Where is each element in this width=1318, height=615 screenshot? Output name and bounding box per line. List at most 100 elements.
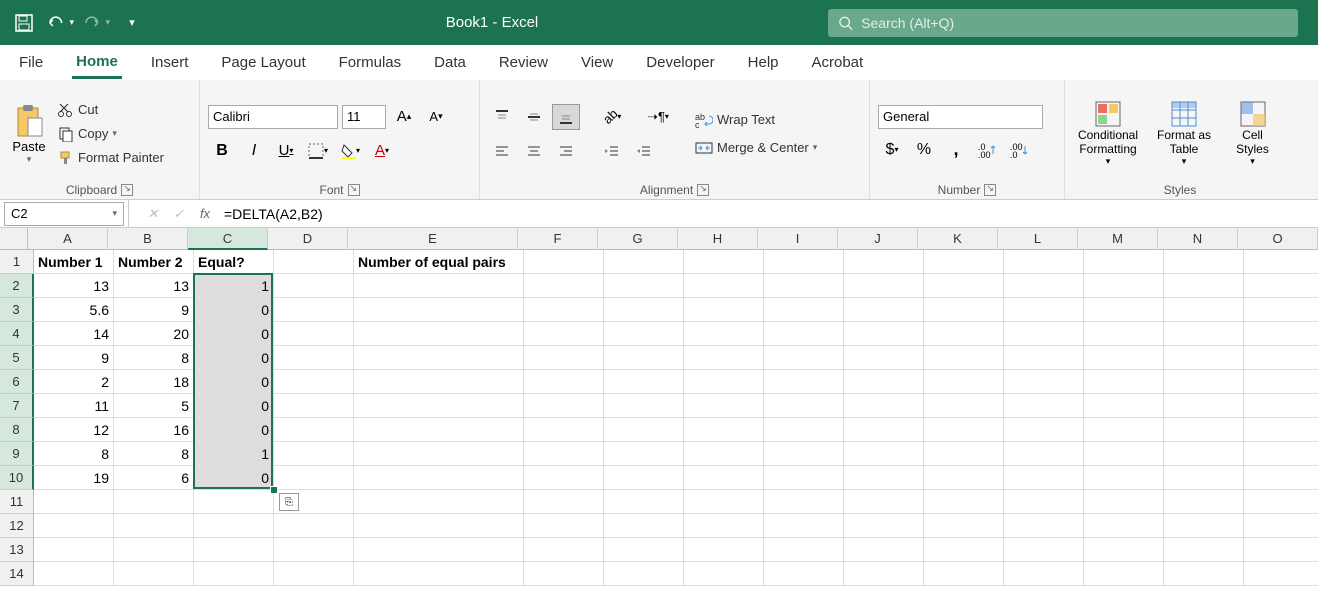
cell[interactable] xyxy=(604,250,684,274)
cell[interactable] xyxy=(274,514,354,538)
cell[interactable] xyxy=(1244,514,1318,538)
cell[interactable] xyxy=(764,562,844,586)
cell[interactable] xyxy=(684,514,764,538)
cell[interactable] xyxy=(684,322,764,346)
cell[interactable] xyxy=(1084,514,1164,538)
cell[interactable] xyxy=(1164,418,1244,442)
cell[interactable] xyxy=(274,250,354,274)
cell[interactable] xyxy=(604,394,684,418)
cell[interactable] xyxy=(1084,418,1164,442)
paste-button[interactable]: Paste ▾ xyxy=(8,84,50,183)
redo-icon[interactable]: ▾ xyxy=(82,9,110,37)
column-header[interactable]: D xyxy=(268,228,348,250)
cell[interactable] xyxy=(1004,370,1084,394)
cell[interactable] xyxy=(764,322,844,346)
cell[interactable] xyxy=(684,466,764,490)
cell[interactable] xyxy=(274,370,354,394)
cell[interactable] xyxy=(1244,322,1318,346)
cell[interactable] xyxy=(1164,490,1244,514)
text-direction-icon[interactable]: ➝¶ ▾ xyxy=(644,104,672,130)
cell[interactable] xyxy=(684,490,764,514)
accounting-format-icon[interactable]: $ ▾ xyxy=(878,137,906,163)
cell[interactable] xyxy=(354,442,524,466)
cell[interactable]: 12 xyxy=(34,418,114,442)
cell[interactable]: 0 xyxy=(194,322,274,346)
cell[interactable] xyxy=(354,466,524,490)
cell[interactable] xyxy=(1244,562,1318,586)
cell[interactable] xyxy=(1004,394,1084,418)
clipboard-dialog-launcher[interactable] xyxy=(121,184,133,196)
cell[interactable] xyxy=(1164,274,1244,298)
cell[interactable]: 9 xyxy=(34,346,114,370)
column-header[interactable]: H xyxy=(678,228,758,250)
cell[interactable] xyxy=(604,418,684,442)
cell[interactable]: 0 xyxy=(194,418,274,442)
cell[interactable] xyxy=(354,346,524,370)
cell[interactable] xyxy=(1004,490,1084,514)
cell[interactable]: 0 xyxy=(194,394,274,418)
row-header[interactable]: 2 xyxy=(0,274,34,298)
cell[interactable] xyxy=(764,442,844,466)
cell[interactable] xyxy=(684,298,764,322)
column-header[interactable]: A xyxy=(28,228,108,250)
cell[interactable]: Number 1 xyxy=(34,250,114,274)
cell[interactable] xyxy=(1244,538,1318,562)
cell[interactable] xyxy=(1004,562,1084,586)
row-header[interactable]: 13 xyxy=(0,538,34,562)
row-header[interactable]: 8 xyxy=(0,418,34,442)
cell[interactable] xyxy=(764,514,844,538)
merge-center-button[interactable]: Merge & Center ▾ xyxy=(693,138,819,158)
row-header[interactable]: 9 xyxy=(0,442,34,466)
cell[interactable] xyxy=(524,466,604,490)
cell[interactable] xyxy=(354,490,524,514)
cut-button[interactable]: Cut xyxy=(56,100,166,120)
cell[interactable] xyxy=(354,418,524,442)
cell[interactable] xyxy=(524,562,604,586)
tab-page-layout[interactable]: Page Layout xyxy=(217,48,309,77)
cell[interactable] xyxy=(274,418,354,442)
cell[interactable] xyxy=(354,322,524,346)
cell[interactable] xyxy=(1084,490,1164,514)
cell[interactable] xyxy=(1244,250,1318,274)
cell[interactable] xyxy=(844,250,924,274)
format-painter-button[interactable]: Format Painter xyxy=(56,148,166,168)
cell[interactable] xyxy=(274,274,354,298)
cell[interactable] xyxy=(1164,298,1244,322)
cell[interactable]: 8 xyxy=(114,346,194,370)
cell[interactable] xyxy=(764,370,844,394)
align-top-icon[interactable] xyxy=(488,104,516,130)
cell[interactable] xyxy=(924,466,1004,490)
cell[interactable] xyxy=(1164,538,1244,562)
cell[interactable] xyxy=(114,490,194,514)
cell[interactable] xyxy=(1084,346,1164,370)
cell[interactable] xyxy=(684,538,764,562)
cell[interactable] xyxy=(684,370,764,394)
cell[interactable] xyxy=(1004,322,1084,346)
cell[interactable] xyxy=(1004,538,1084,562)
cell[interactable] xyxy=(1004,346,1084,370)
cell[interactable]: Number of equal pairs xyxy=(354,250,524,274)
cell[interactable] xyxy=(524,418,604,442)
save-icon[interactable] xyxy=(10,9,38,37)
cell[interactable] xyxy=(844,298,924,322)
cell[interactable] xyxy=(1004,442,1084,466)
cell[interactable] xyxy=(1164,322,1244,346)
cell[interactable] xyxy=(1084,394,1164,418)
cell[interactable] xyxy=(1244,274,1318,298)
name-box[interactable]: C2 ▾ xyxy=(4,202,124,226)
cell[interactable] xyxy=(354,370,524,394)
cell[interactable] xyxy=(684,442,764,466)
cell[interactable] xyxy=(524,274,604,298)
cell[interactable]: 5.6 xyxy=(34,298,114,322)
cell[interactable]: 0 xyxy=(194,346,274,370)
cell[interactable] xyxy=(274,466,354,490)
column-header[interactable]: K xyxy=(918,228,998,250)
cell[interactable] xyxy=(1164,394,1244,418)
fill-color-button[interactable]: ▾ xyxy=(336,138,364,164)
row-header[interactable]: 3 xyxy=(0,298,34,322)
cell[interactable] xyxy=(194,538,274,562)
cell[interactable] xyxy=(604,274,684,298)
cell[interactable] xyxy=(1084,322,1164,346)
cell[interactable]: 19 xyxy=(34,466,114,490)
cell[interactable] xyxy=(354,298,524,322)
